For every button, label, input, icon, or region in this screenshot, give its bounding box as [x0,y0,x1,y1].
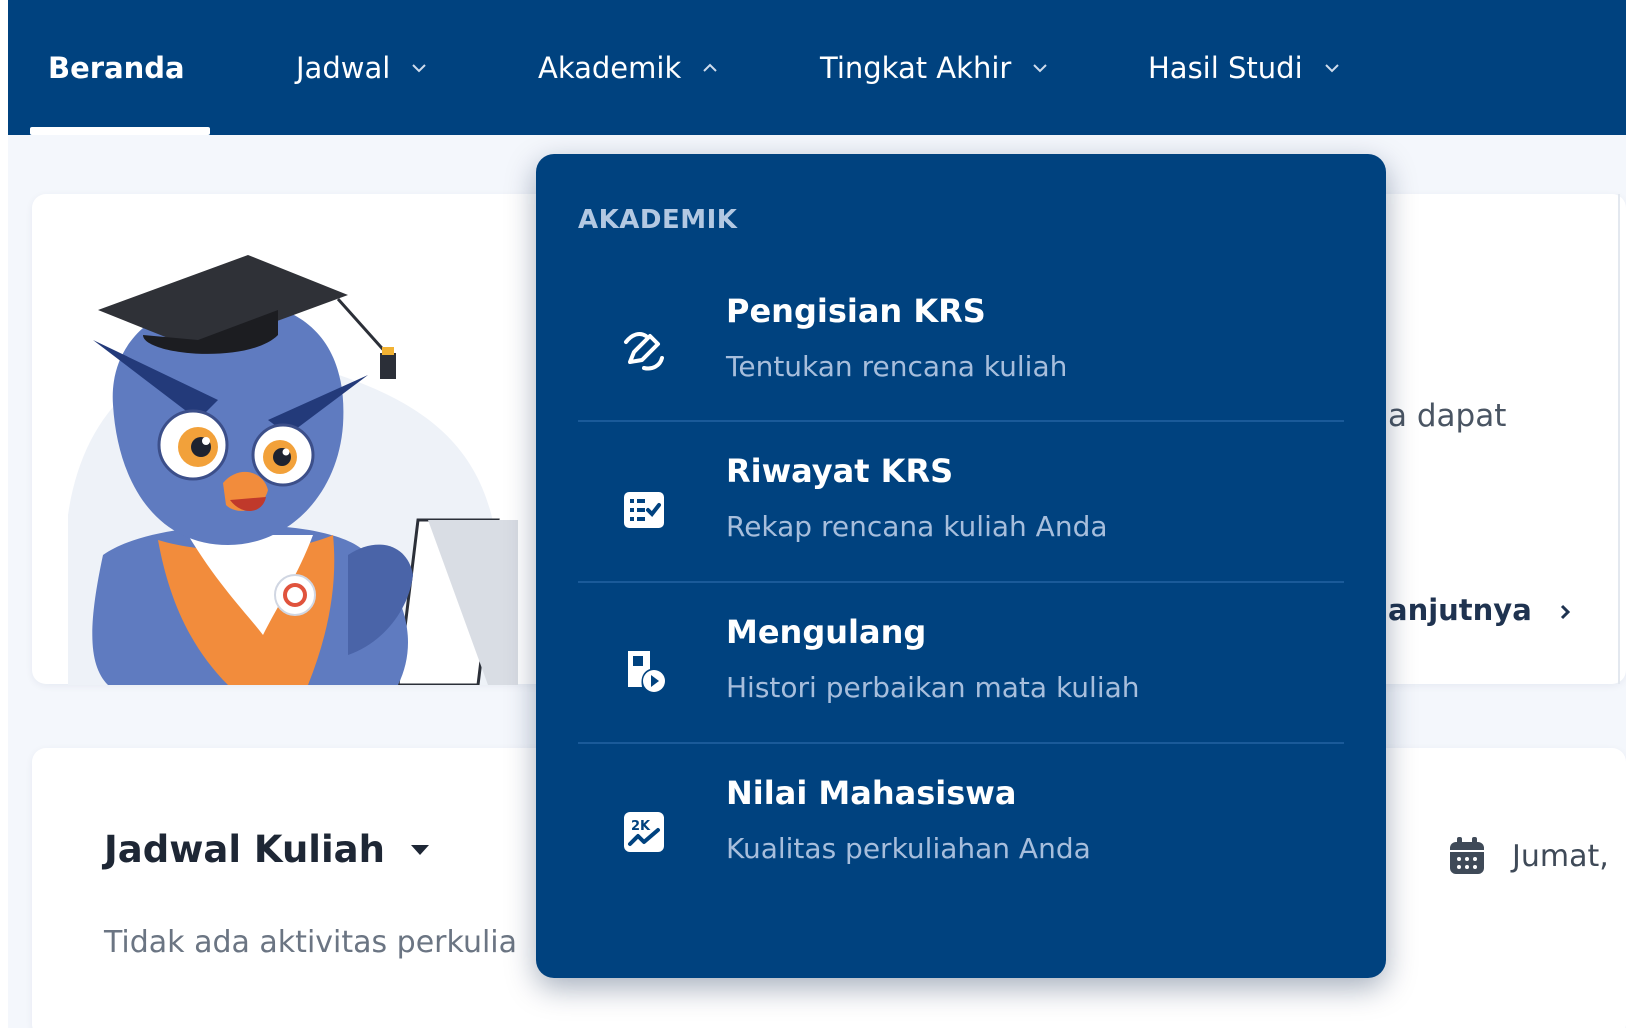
menu-item-description: Rekap rencana kuliah Anda [726,510,1108,543]
top-navbar: Beranda Jadwal Akademik Tingkat Akhir Ha… [8,0,1626,135]
menu-item-title: Nilai Mahasiswa [726,774,1017,812]
menu-item-mengulang[interactable]: Mengulang Histori perbaikan mata kuliah [578,585,1344,751]
menu-item-description: Tentukan rencana kuliah [726,350,1068,383]
nav-item-label: Tingkat Akhir [820,50,1012,85]
repeat-document-icon [628,651,665,692]
schedule-title: Jadwal Kuliah [104,828,385,871]
menu-item-description: Histori perbaikan mata kuliah [726,671,1140,704]
chevron-up-icon [703,63,717,72]
read-more-link[interactable]: anjutnya [1388,593,1574,627]
dropdown-heading: AKADEMIK [578,205,738,235]
caret-down-icon [410,844,429,855]
read-more-label: anjutnya [1388,593,1532,627]
date-label: Jumat, [1512,838,1609,874]
chevron-down-icon [1033,63,1048,72]
active-nav-indicator [30,127,210,135]
chevron-down-icon [1324,63,1339,72]
nav-item-beranda[interactable]: Beranda [48,0,185,135]
menu-item-description: Kualitas perkuliahan Anda [726,832,1091,865]
menu-item-title: Riwayat KRS [726,452,954,490]
nav-item-tingkat-akhir[interactable]: Tingkat Akhir [820,0,1049,135]
nav-item-label: Hasil Studi [1148,50,1303,85]
chevron-right-icon [1560,604,1571,620]
chevron-down-icon [412,63,426,72]
schedule-title-dropdown[interactable]: Jadwal Kuliah [104,828,429,871]
pencil-edit-icon [624,332,664,371]
calendar-icon [1450,837,1484,874]
grade-chart-icon: 2K [624,812,664,852]
nav-item-akademik[interactable]: Akademik [538,0,719,135]
owl-mascot-illustration [68,255,518,685]
welcome-text-fragment: a dapat [1388,398,1507,434]
menu-separator [578,742,1344,744]
date-selector[interactable]: Jumat, [1448,836,1609,876]
nav-item-label: Beranda [48,50,185,85]
menu-item-title: Pengisian KRS [726,292,986,330]
nav-item-label: Akademik [538,50,682,85]
nav-item-label: Jadwal [296,50,391,85]
menu-separator [578,420,1344,422]
menu-item-title: Mengulang [726,613,927,651]
menu-item-nilai-mahasiswa[interactable]: 2K Nilai Mahasiswa Kualitas perkuliahan … [578,746,1344,912]
nav-item-jadwal[interactable]: Jadwal [296,0,428,135]
card-divider [1618,194,1620,684]
svg-text:2K: 2K [631,819,651,834]
checklist-icon [624,492,664,528]
menu-separator [578,581,1344,583]
menu-item-pengisian-krs[interactable]: Pengisian KRS Tentukan rencana kuliah [578,264,1344,430]
akademik-dropdown-menu: AKADEMIK Pengisian KRS Tentukan rencana … [536,154,1386,978]
app-frame: Beranda Jadwal Akademik Tingkat Akhir Ha… [8,0,1626,1028]
nav-item-hasil-studi[interactable]: Hasil Studi [1148,0,1341,135]
menu-item-riwayat-krs[interactable]: Riwayat KRS Rekap rencana kuliah Anda [578,424,1344,590]
schedule-empty-message: Tidak ada aktivitas perkulia [104,925,518,960]
